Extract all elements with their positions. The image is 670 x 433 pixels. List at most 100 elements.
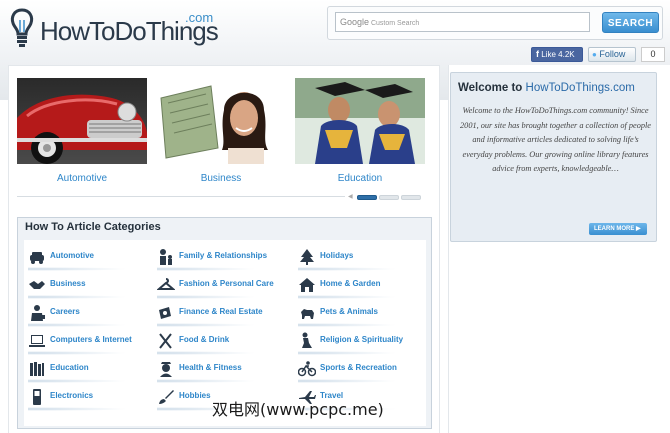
category-label[interactable]: Religion & Spirituality: [320, 335, 403, 344]
site-logo[interactable]: HowToDoThings .com: [8, 8, 219, 50]
watermark: 双电网(www.pcpc.me): [212, 400, 384, 419]
handshake-icon: [29, 281, 45, 289]
category-underline: [28, 323, 128, 327]
category-label[interactable]: Education: [50, 363, 89, 372]
category-underline: [157, 267, 257, 271]
like-label: Like: [541, 50, 556, 59]
category-label[interactable]: Electronics: [50, 391, 93, 400]
category-item[interactable]: Home & Garden: [298, 274, 426, 299]
category-item[interactable]: Health & Fitness: [157, 358, 285, 383]
category-item[interactable]: Computers & Internet: [28, 330, 156, 355]
category-underline: [28, 407, 128, 411]
like-count: 4.2K: [558, 50, 575, 59]
category-underline: [298, 295, 398, 299]
feature-image-business[interactable]: [156, 78, 286, 164]
slider-dot-2[interactable]: [379, 195, 399, 200]
learn-more-button[interactable]: LEARN MORE ▶: [589, 223, 647, 235]
slider-dot-3[interactable]: [401, 195, 421, 200]
category-item[interactable]: Family & Relationships: [157, 246, 285, 271]
search-button[interactable]: SEARCH: [602, 12, 659, 33]
welcome-title: Welcome to HowToDoThings.com: [458, 82, 653, 94]
lightbulb-icon: [10, 8, 34, 47]
twitter-icon: ●: [592, 50, 597, 59]
category-label[interactable]: Careers: [50, 307, 80, 316]
car-icon: [30, 252, 44, 264]
category-label[interactable]: Fashion & Personal Care: [179, 279, 274, 288]
twitter-follow-button[interactable]: ● Follow: [588, 47, 636, 62]
category-item[interactable]: Education: [28, 358, 156, 383]
books-icon: [30, 362, 44, 376]
category-label[interactable]: Hobbies: [179, 391, 211, 400]
category-label[interactable]: Sports & Recreation: [320, 363, 397, 372]
category-item[interactable]: Automotive: [28, 246, 156, 271]
feature-education[interactable]: Education: [295, 78, 425, 184]
money-icon: [159, 307, 171, 319]
slider-dot-1[interactable]: [357, 195, 377, 200]
learn-more-label: LEARN MORE: [594, 226, 635, 232]
search-input[interactable]: Google Custom Search: [335, 12, 590, 32]
search-placeholder: Custom Search: [370, 20, 420, 27]
category-item[interactable]: Holidays: [298, 246, 426, 271]
category-label[interactable]: Family & Relationships: [179, 251, 267, 260]
bicycle-icon: [298, 361, 316, 377]
business-photo: [156, 78, 286, 164]
category-item[interactable]: Pets & Animals: [298, 302, 426, 327]
worker-icon: [31, 305, 45, 321]
slider-prev-icon[interactable]: ◀: [348, 194, 354, 200]
car-photo: [17, 78, 147, 164]
category-item[interactable]: Business: [28, 274, 156, 299]
facebook-like-button[interactable]: f Like 4.2K: [531, 47, 583, 62]
category-underline: [298, 267, 398, 271]
facebook-icon: f: [536, 49, 539, 59]
category-item[interactable]: Finance & Real Estate: [157, 302, 285, 327]
feature-business[interactable]: Business: [156, 78, 286, 184]
christmas-tree-icon: [300, 249, 314, 265]
graduation-photo: [295, 78, 425, 164]
category-item[interactable]: Religion & Spirituality: [298, 330, 426, 355]
category-underline: [298, 379, 398, 383]
feature-image-automotive[interactable]: [17, 78, 147, 164]
category-label[interactable]: Automotive: [50, 251, 94, 260]
slider-pager[interactable]: ◀: [348, 194, 424, 201]
fork-knife-icon: [159, 333, 172, 349]
category-label[interactable]: Holidays: [320, 251, 353, 260]
arrow-right-icon: ▶: [636, 226, 641, 232]
feature-caption-automotive[interactable]: Automotive: [17, 173, 147, 184]
category-label[interactable]: Finance & Real Estate: [179, 307, 263, 316]
category-item[interactable]: Electronics: [28, 386, 156, 411]
category-underline: [28, 267, 128, 271]
category-item[interactable]: Sports & Recreation: [298, 358, 426, 383]
category-underline: [157, 379, 257, 383]
paintbrush-icon: [159, 390, 174, 404]
category-item[interactable]: Fashion & Personal Care: [157, 274, 285, 299]
category-label[interactable]: Food & Drink: [179, 335, 229, 344]
follow-label: Follow: [599, 49, 626, 59]
category-item[interactable]: Food & Drink: [157, 330, 285, 355]
feature-caption-education[interactable]: Education: [295, 173, 425, 184]
category-underline: [157, 323, 257, 327]
category-label[interactable]: Business: [50, 279, 86, 288]
category-item[interactable]: Careers: [28, 302, 156, 327]
house-icon: [299, 278, 315, 292]
feature-image-education[interactable]: [295, 78, 425, 164]
laptop-icon: [29, 335, 45, 347]
category-label[interactable]: Computers & Internet: [50, 335, 132, 344]
feature-automotive[interactable]: Automotive: [17, 78, 147, 184]
hanger-icon: [157, 278, 175, 290]
category-underline: [157, 351, 257, 355]
category-label[interactable]: Pets & Animals: [320, 307, 378, 316]
category-label[interactable]: Home & Garden: [320, 279, 380, 288]
category-underline: [298, 323, 398, 327]
logo-com: .com: [185, 10, 214, 25]
category-underline: [298, 351, 398, 355]
welcome-title-site[interactable]: HowToDoThings.com: [526, 82, 635, 94]
category-underline: [28, 295, 128, 299]
welcome-title-prefix: Welcome to: [458, 82, 526, 94]
slider-rule: [17, 196, 345, 197]
category-underline: [28, 351, 128, 355]
search-brand: Google: [340, 17, 370, 27]
category-label[interactable]: Health & Fitness: [179, 363, 242, 372]
feature-caption-business[interactable]: Business: [156, 173, 286, 184]
follow-count: 0: [641, 47, 665, 62]
family-icon: [160, 249, 172, 265]
